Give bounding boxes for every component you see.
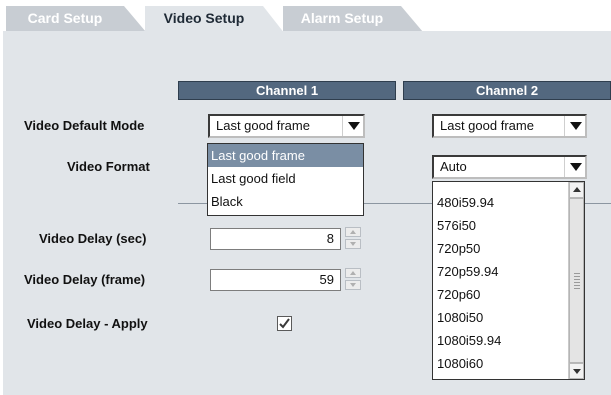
chevron-down-icon[interactable]	[348, 122, 360, 130]
list-item-720p60[interactable]: 720p60	[437, 287, 480, 302]
grip-line	[574, 288, 580, 289]
ch2-default-mode-value: Last good frame	[440, 118, 534, 133]
list-item-1080i5994[interactable]: 1080i59.94	[437, 333, 501, 348]
ch2-default-mode-select[interactable]: Last good frame	[432, 114, 587, 138]
spin-up-icon[interactable]	[345, 227, 361, 237]
select-separator	[564, 157, 565, 177]
tab-alarm-setup-label: Alarm Setup	[300, 10, 384, 26]
chevron-down-icon[interactable]	[570, 163, 582, 171]
dropdown-option-last-good-frame[interactable]: Last good frame	[208, 144, 363, 167]
ch1-default-mode-select[interactable]: Last good frame	[208, 114, 365, 138]
list-item-1080i60[interactable]: 1080i60	[437, 356, 483, 371]
ch1-delay-sec-input[interactable]: 8	[210, 228, 341, 250]
tab-slope-icon	[124, 6, 146, 32]
dropdown-option-black[interactable]: Black	[208, 190, 363, 213]
select-separator	[564, 116, 565, 136]
ch2-video-format-select[interactable]: Auto	[432, 155, 587, 179]
ch1-default-mode-dropdown: Last good frame Last good field Black	[207, 143, 364, 216]
video-delay-apply-label: Video Delay - Apply	[27, 316, 148, 331]
list-item-720p50[interactable]: 720p50	[437, 241, 480, 256]
checkmark-icon	[279, 318, 290, 329]
chevron-down-icon[interactable]	[570, 122, 582, 130]
list-item-1080i50[interactable]: 1080i50	[437, 310, 483, 325]
tab-slope-icon	[401, 6, 423, 32]
dropdown-option-last-good-field[interactable]: Last good field	[208, 167, 363, 190]
scroll-down-icon[interactable]	[569, 363, 584, 379]
ch1-delay-frame-input[interactable]: 59	[210, 269, 341, 291]
spin-down-icon[interactable]	[345, 239, 361, 249]
select-separator	[342, 116, 343, 136]
list-item-576i50[interactable]: 576i50	[437, 218, 476, 233]
channel-1-header: Channel 1	[178, 81, 396, 100]
grip-line	[574, 282, 580, 283]
scroll-up-icon[interactable]	[569, 182, 584, 198]
grip-line	[574, 279, 580, 280]
scrollbar-thumb[interactable]	[569, 198, 584, 363]
vertical-scrollbar[interactable]	[568, 182, 584, 379]
ch2-video-format-value: Auto	[440, 159, 467, 174]
tab-card-setup-label: Card Setup	[27, 10, 103, 26]
tab-slope-icon	[263, 6, 285, 34]
list-item-partial	[437, 182, 557, 184]
channel-2-header: Channel 2	[403, 81, 611, 100]
video-default-mode-label: Video Default Mode	[24, 118, 145, 133]
list-item-480i5994[interactable]: 480i59.94	[437, 195, 494, 210]
video-format-label: Video Format	[67, 159, 150, 174]
grip-line	[574, 285, 580, 286]
tab-video-setup-label: Video Setup	[163, 10, 245, 26]
ch1-default-mode-value: Last good frame	[216, 118, 310, 133]
list-item-720p5994[interactable]: 720p59.94	[437, 264, 498, 279]
video-delay-frame-label: Video Delay (frame)	[24, 272, 146, 287]
grip-line	[574, 276, 580, 277]
spin-down-icon[interactable]	[345, 280, 361, 290]
grip-line	[574, 273, 580, 274]
spin-up-icon[interactable]	[345, 268, 361, 278]
tab-card-setup[interactable]: Card Setup	[6, 6, 146, 32]
ch2-video-format-list[interactable]: 480i59.94 576i50 720p50 720p59.94 720p60…	[432, 181, 585, 380]
ch1-delay-apply-checkbox[interactable]	[277, 316, 292, 331]
tab-video-setup[interactable]: Video Setup	[145, 6, 285, 34]
section-divider	[585, 203, 611, 204]
video-delay-sec-label: Video Delay (sec)	[39, 231, 147, 246]
tab-alarm-setup[interactable]: Alarm Setup	[283, 6, 423, 32]
